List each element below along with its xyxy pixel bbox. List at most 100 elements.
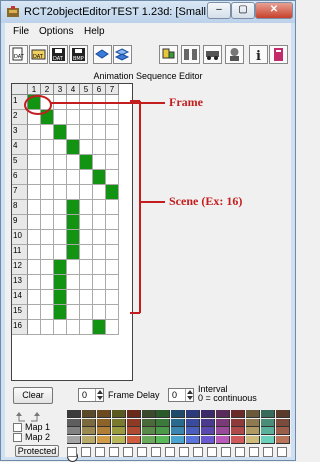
frame-delay-value: 0 bbox=[82, 390, 88, 400]
map2-label: Map 2 bbox=[25, 432, 51, 442]
minimize-button[interactable]: – bbox=[207, 2, 231, 19]
palette-swatch[interactable] bbox=[216, 410, 230, 418]
palette-swatch[interactable] bbox=[141, 435, 156, 444]
protected-checkbox[interactable] bbox=[263, 447, 273, 457]
palette-swatch[interactable] bbox=[245, 410, 260, 418]
protected-checkbox[interactable] bbox=[151, 447, 161, 457]
protected-checkbox[interactable] bbox=[67, 447, 77, 457]
close-button[interactable]: ✕ bbox=[255, 2, 293, 19]
palette-swatch[interactable] bbox=[96, 410, 111, 418]
palette-swatch[interactable] bbox=[230, 427, 245, 435]
palette-swatch[interactable] bbox=[186, 427, 201, 435]
palette-swatch[interactable] bbox=[171, 418, 186, 427]
palette-swatch[interactable] bbox=[275, 410, 290, 418]
palette-swatch[interactable] bbox=[141, 418, 156, 427]
palette-swatch[interactable] bbox=[96, 435, 111, 444]
palette-swatch[interactable] bbox=[186, 410, 201, 418]
palette-swatch[interactable] bbox=[245, 427, 260, 435]
palette-swatch[interactable] bbox=[111, 418, 126, 427]
palette-swatch[interactable] bbox=[111, 435, 126, 444]
palette-swatch[interactable] bbox=[81, 427, 96, 435]
palette-swatch[interactable] bbox=[230, 435, 245, 444]
palette-swatch[interactable] bbox=[186, 418, 201, 427]
palette-swatch[interactable] bbox=[230, 418, 245, 427]
protected-button[interactable]: Protected bbox=[15, 445, 59, 457]
palette-swatch[interactable] bbox=[201, 418, 216, 427]
palette-swatch[interactable] bbox=[81, 410, 96, 418]
palette-swatch[interactable] bbox=[275, 427, 290, 435]
palette-swatch[interactable] bbox=[126, 435, 141, 444]
palette-swatch[interactable] bbox=[216, 435, 230, 444]
palette-swatch[interactable] bbox=[216, 427, 230, 435]
palette-swatch[interactable] bbox=[156, 427, 171, 435]
interval-spinner[interactable]: 0 bbox=[168, 388, 194, 402]
palette-swatch[interactable] bbox=[141, 427, 156, 435]
map1-checkbox[interactable] bbox=[13, 423, 22, 432]
palette-swatch[interactable] bbox=[275, 435, 290, 444]
palette-swatch[interactable] bbox=[67, 418, 81, 427]
palette-swatch[interactable] bbox=[260, 410, 275, 418]
palette-swatch[interactable] bbox=[156, 418, 171, 427]
palette-swatch[interactable] bbox=[111, 410, 126, 418]
palette-swatch[interactable] bbox=[230, 410, 245, 418]
palette-swatch[interactable] bbox=[260, 435, 275, 444]
palette-swatch[interactable] bbox=[156, 410, 171, 418]
protected-checkbox[interactable] bbox=[81, 447, 91, 457]
palette-swatch[interactable] bbox=[245, 418, 260, 427]
protected-checkbox[interactable] bbox=[179, 447, 189, 457]
palette-swatch[interactable] bbox=[171, 427, 186, 435]
palette-swatch[interactable] bbox=[216, 418, 230, 427]
protected-checkbox[interactable] bbox=[95, 447, 105, 457]
protected-checkbox[interactable] bbox=[207, 447, 217, 457]
palette-swatch[interactable] bbox=[67, 435, 81, 444]
spinner-arrows-icon[interactable] bbox=[95, 389, 103, 401]
interval-note: 0 = continuous bbox=[198, 393, 257, 403]
frame-delay-label: Frame Delay bbox=[108, 390, 160, 400]
palette-swatch[interactable] bbox=[245, 435, 260, 444]
protected-checkbox[interactable] bbox=[249, 447, 259, 457]
palette-swatch[interactable] bbox=[260, 418, 275, 427]
protected-checkbox[interactable] bbox=[221, 447, 231, 457]
frame-annotation: Frame bbox=[169, 95, 203, 109]
palette-swatch[interactable] bbox=[96, 418, 111, 427]
spinner-arrows-icon[interactable] bbox=[185, 389, 193, 401]
protected-checkbox[interactable] bbox=[137, 447, 147, 457]
palette-swatch[interactable] bbox=[201, 410, 216, 418]
palette-swatch[interactable] bbox=[81, 418, 96, 427]
palette-swatch[interactable] bbox=[81, 435, 96, 444]
palette-swatch[interactable] bbox=[156, 435, 171, 444]
palette-swatch[interactable] bbox=[126, 410, 141, 418]
palette-swatch[interactable] bbox=[201, 427, 216, 435]
palette-swatch[interactable] bbox=[96, 427, 111, 435]
protected-checkbox[interactable] bbox=[235, 447, 245, 457]
palette-swatch[interactable] bbox=[67, 410, 81, 418]
frame-delay-spinner[interactable]: 0 bbox=[78, 388, 104, 402]
protected-checkbox[interactable] bbox=[165, 447, 175, 457]
clear-button[interactable]: Clear bbox=[13, 387, 53, 404]
protected-checkbox[interactable] bbox=[123, 447, 133, 457]
palette-swatch[interactable] bbox=[201, 435, 216, 444]
window-title: RCT2objectEditorTEST 1.23d: [Small Scen.… bbox=[24, 6, 224, 18]
protected-checkbox[interactable] bbox=[277, 447, 287, 457]
protected-checkbox[interactable] bbox=[109, 447, 119, 457]
palette-swatch[interactable] bbox=[67, 427, 81, 435]
palette-swatch[interactable] bbox=[141, 410, 156, 418]
app-window: RCT2objectEditorTEST 1.23d: [Small Scen.… bbox=[0, 0, 296, 462]
palette-swatch[interactable] bbox=[126, 418, 141, 427]
protected-checkbox[interactable] bbox=[193, 447, 203, 457]
palette-swatch[interactable] bbox=[260, 427, 275, 435]
palette-swatch[interactable] bbox=[186, 435, 201, 444]
palette-swatch[interactable] bbox=[275, 418, 290, 427]
title-bar[interactable]: RCT2objectEditorTEST 1.23d: [Small Scen.… bbox=[1, 1, 295, 23]
client-area: File Options Help DAT DAT DAT BMP i Anim… bbox=[5, 23, 291, 462]
palette-swatch[interactable] bbox=[171, 435, 186, 444]
palette-swatch[interactable] bbox=[111, 427, 126, 435]
map1-label: Map 1 bbox=[25, 422, 51, 432]
color-palette[interactable] bbox=[67, 410, 291, 444]
palette-swatch[interactable] bbox=[126, 427, 141, 435]
maximize-button[interactable]: ▢ bbox=[231, 2, 255, 19]
palette-swatch[interactable] bbox=[171, 410, 186, 418]
map2-checkbox[interactable] bbox=[13, 433, 22, 442]
interval-value: 0 bbox=[172, 390, 178, 400]
frame-highlight-circle bbox=[24, 95, 52, 115]
